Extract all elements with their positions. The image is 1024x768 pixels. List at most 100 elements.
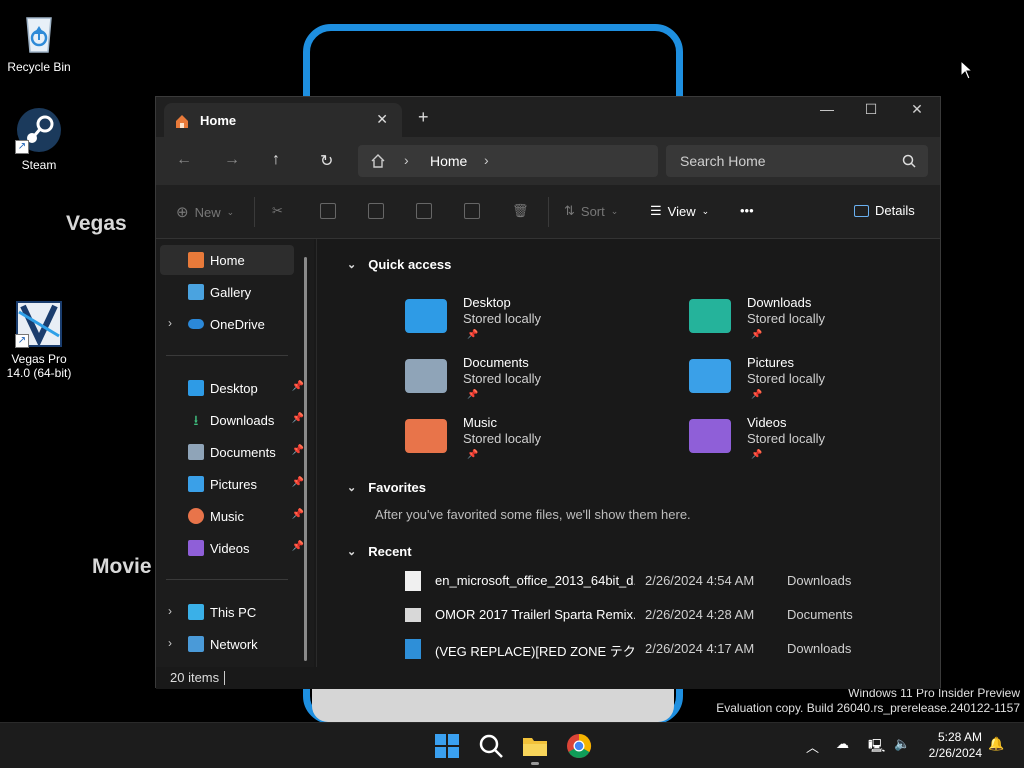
sidebar-item-desktop[interactable]: Desktop 📌 [160,373,304,403]
favorites-header[interactable]: ⌄ Favorites [347,480,426,495]
home-outline-icon [370,153,386,174]
chevron-right-icon: › [404,152,409,168]
sidebar-item-network[interactable]: › Network [160,629,294,659]
delete-icon[interactable]: 🗑 [512,203,529,219]
new-label: New [194,204,221,220]
quick-access-item-videos[interactable]: Videos Stored locally 📌 [689,415,909,473]
sidebar-item-music[interactable]: Music 📌 [160,501,304,531]
divider [254,197,255,227]
back-arrow-icon[interactable]: ← [176,151,192,169]
sidebar-item-this-pc[interactable]: › This PC [160,597,294,627]
documents-folder-icon [405,359,447,393]
onedrive-cloud-icon[interactable]: ☁ [836,737,849,752]
quick-access-item-desktop[interactable]: Desktop Stored locally 📌 [405,295,625,353]
details-button[interactable]: Details [854,203,915,218]
paste-icon[interactable] [368,203,384,219]
copy-icon[interactable] [320,203,336,219]
quick-access-item-documents[interactable]: Documents Stored locally 📌 [405,355,625,413]
chevron-down-icon: ⌄ [347,259,357,271]
desktop-icon-vegas-pro[interactable]: ↗ Vegas Pro 14.0 (64-bit) [1,300,77,380]
forward-arrow-icon[interactable]: → [224,151,240,169]
chevron-right-icon[interactable]: › [168,316,172,330]
quick-access-item-pictures[interactable]: Pictures Stored locally 📌 [689,355,909,413]
close-tab-icon[interactable]: ✕ [376,111,388,128]
computer-icon [188,604,204,620]
item-count: 20 items [170,670,220,685]
minimize-icon[interactable]: — [804,101,850,117]
clock[interactable]: 5:28 AM 2/26/2024 [918,729,982,761]
item-status: Stored locally [747,431,826,446]
running-indicator [531,762,539,765]
address-bar[interactable]: › Home › [358,145,658,177]
chevron-right-icon[interactable]: › [484,152,489,168]
sidebar-item-downloads[interactable]: ⭳ Downloads 📌 [160,405,304,435]
recent-file-row[interactable]: OMOR 2017 Trailerl Sparta Remix... 2/26/… [405,603,925,627]
sidebar-item-label: Documents [210,444,276,460]
sort-button[interactable]: ⇅ Sort ⌄ [564,203,618,219]
desktop-icon-recycle-bin[interactable]: Recycle Bin [1,8,77,74]
show-hidden-icons-chevron-icon[interactable]: ︿ [806,737,819,756]
pin-icon: 📌 [291,413,304,424]
search-icon [902,154,916,173]
quick-access-item-downloads[interactable]: Downloads Stored locally 📌 [689,295,909,353]
item-name: Downloads [747,295,812,310]
taskbar-file-explorer[interactable] [521,732,549,765]
file-explorer-window[interactable]: Home ✕ + — ☐ ✕ ← → ↑ ↻ › Home › Search H… [155,96,941,689]
sidebar-item-home[interactable]: Home [160,245,294,275]
details-pane-icon [854,204,869,217]
volume-muted-icon[interactable]: 🔈 [894,737,910,752]
view-button[interactable]: ☰ View ⌄ [650,203,709,219]
item-status: Stored locally [747,371,826,386]
up-arrow-icon[interactable]: ↑ [272,151,280,169]
search-placeholder: Search Home [680,153,766,169]
pin-icon: 📌 [467,449,479,459]
more-options-button[interactable]: ••• [740,203,754,218]
recent-header[interactable]: ⌄ Recent [347,544,412,559]
recent-file-row[interactable]: (VEG REPLACE)[RED ZONE テクニッ... 2/26/2024… [405,637,925,661]
network-icon[interactable]: 🖳 [868,737,885,759]
details-label: Details [875,203,915,218]
search-box[interactable]: Search Home [666,145,928,177]
file-date: 2/26/2024 4:17 AM [645,641,755,656]
sidebar-scrollbar[interactable] [304,257,307,661]
videos-icon [188,540,204,556]
chevron-down-icon: ⌄ [226,206,235,217]
pin-icon: 📌 [291,477,304,488]
windows-logo-icon [435,734,459,758]
share-icon[interactable] [464,203,480,219]
start-button[interactable] [433,732,461,760]
chevron-right-icon[interactable]: › [168,604,172,618]
refresh-icon[interactable]: ↻ [320,151,333,171]
cloud-icon [188,319,204,329]
sidebar-item-videos[interactable]: Videos 📌 [160,533,304,563]
sidebar-item-pictures[interactable]: Pictures 📌 [160,469,304,499]
view-icon: ☰ [650,203,662,218]
chevron-right-icon[interactable]: › [168,636,172,650]
desktop-folder-icon [405,299,447,333]
title-bar[interactable]: Home ✕ + — ☐ ✕ [156,97,940,137]
close-window-icon[interactable]: ✕ [894,101,940,118]
quick-access-item-music[interactable]: Music Stored locally 📌 [405,415,625,473]
tab-home[interactable]: Home ✕ [164,103,402,137]
section-title: Quick access [368,257,452,272]
rename-icon[interactable] [416,203,432,219]
watermark-line-2: Evaluation copy. Build 26040.rs_prerelea… [716,701,1020,715]
steam-icon: ↗ [15,106,63,154]
notification-bell-icon[interactable]: 🔔 [988,737,1004,752]
taskbar-chrome[interactable] [565,732,593,760]
quick-access-header[interactable]: ⌄ Quick access [347,257,451,272]
new-tab-button[interactable]: + [418,107,429,128]
cut-icon[interactable]: ✂ [272,203,283,219]
desktop-icon-label: Vegas Pro 14.0 (64-bit) [6,352,72,380]
sidebar-item-gallery[interactable]: Gallery [160,277,294,307]
search-button[interactable] [477,732,505,760]
sidebar-item-onedrive[interactable]: › OneDrive [160,309,294,339]
maximize-icon[interactable]: ☐ [848,101,894,118]
sidebar-item-documents[interactable]: Documents 📌 [160,437,304,467]
breadcrumb-home[interactable]: Home [430,153,467,169]
divider [224,671,225,685]
item-status: Stored locally [747,311,826,326]
desktop-icon-steam[interactable]: ↗ Steam [1,106,77,172]
recent-file-row[interactable]: en_microsoft_office_2013_64bit_d... 2/26… [405,569,925,593]
new-button[interactable]: ⊕ New ⌄ [176,203,234,221]
